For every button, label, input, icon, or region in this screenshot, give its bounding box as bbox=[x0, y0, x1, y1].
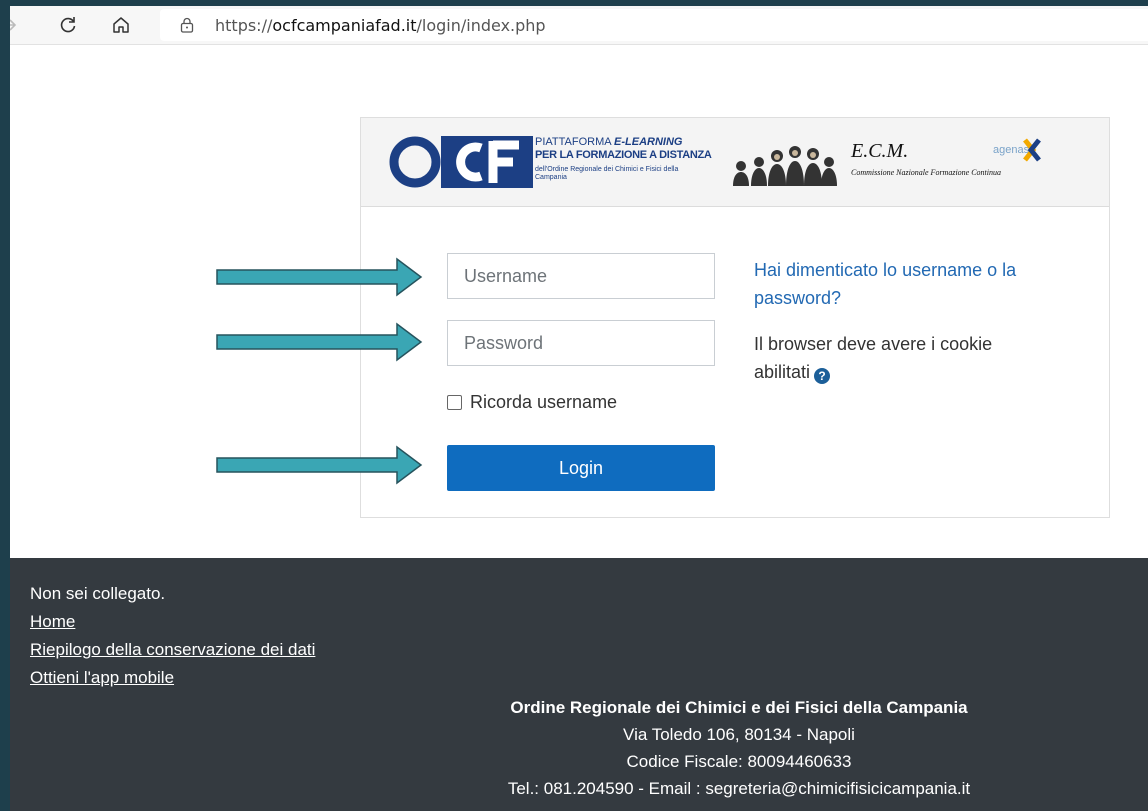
organization-tax-code: Codice Fiscale: 80094460633 bbox=[626, 752, 852, 771]
help-icon[interactable]: ? bbox=[814, 368, 831, 384]
organization-contacts: Tel.: 081.204590 - Email : segreteria@ch… bbox=[507, 779, 971, 798]
remember-username-label: Ricorda username bbox=[470, 392, 618, 412]
ocf-line1: PIATTAFORMA E-LEARNING bbox=[535, 136, 683, 148]
password-field[interactable]: Password bbox=[447, 320, 715, 366]
login-button[interactable]: Login bbox=[447, 445, 715, 491]
url-protocol: https:// bbox=[215, 16, 273, 35]
home-icon bbox=[113, 17, 129, 33]
forgot-credentials-link[interactable]: Hai dimenticato lo username o la passwor… bbox=[754, 256, 1044, 312]
lock-icon bbox=[180, 17, 194, 33]
organization-info: Ordine Regionale dei Chimici e dei Fisic… bbox=[10, 694, 1148, 802]
data-retention-link[interactable]: Riepilogo della conservazione dei dati bbox=[30, 640, 315, 660]
login-header-banner: PIATTAFORMA E-LEARNING PER LA FORMAZIONE… bbox=[361, 118, 1109, 207]
home-link[interactable]: Home bbox=[30, 612, 75, 632]
arrow-annotation-login bbox=[216, 445, 423, 485]
not-logged-in-text: Non sei collegato. bbox=[30, 584, 166, 603]
ocf-line1-emphasis: E-LEARNING bbox=[614, 136, 683, 148]
remember-username-row[interactable]: Ricorda username bbox=[447, 392, 617, 413]
url-text: https://ocfcampaniafad.it/login/index.ph… bbox=[215, 16, 546, 35]
cookie-notice-text: Il browser deve avere i cookie abilitati bbox=[754, 334, 993, 382]
remember-username-checkbox[interactable] bbox=[447, 395, 462, 410]
ecm-title: E.C.M. bbox=[851, 140, 909, 162]
address-bar[interactable]: https://ocfcampaniafad.it/login/index.ph… bbox=[160, 9, 1148, 41]
ocf-line2: PER LA FORMAZIONE A DISTANZA bbox=[535, 149, 712, 161]
arrow-annotation-username bbox=[216, 257, 423, 297]
cookie-notice: Il browser deve avere i cookie abilitati… bbox=[754, 330, 1044, 386]
page-footer: Non sei collegato. Home Riepilogo della … bbox=[10, 558, 1148, 811]
reload-icon bbox=[60, 17, 76, 33]
username-field[interactable]: Username bbox=[447, 253, 715, 299]
login-card: PIATTAFORMA E-LEARNING PER LA FORMAZIONE… bbox=[360, 117, 1110, 518]
browser-toolbar: https://ocfcampaniafad.it/login/index.ph… bbox=[10, 6, 1148, 45]
ocf-line1-prefix: PIATTAFORMA bbox=[535, 136, 615, 148]
url-path: /login/index.php bbox=[416, 16, 546, 35]
mobile-app-link[interactable]: Ottieni l'app mobile bbox=[30, 668, 174, 688]
ecm-subtitle: Commissione Nazionale Formazione Continu… bbox=[851, 168, 1002, 177]
agenas-logo-mark bbox=[1023, 138, 1041, 162]
reload-button[interactable] bbox=[53, 10, 83, 40]
organization-address: Via Toledo 106, 80134 - Napoli bbox=[623, 725, 855, 744]
organization-name: Ordine Regionale dei Chimici e dei Fisic… bbox=[510, 698, 968, 717]
ocf-line3: dell'Ordine Regionale dei Chimici e Fisi… bbox=[535, 166, 679, 181]
back-button[interactable] bbox=[10, 10, 24, 40]
scientists-group-image bbox=[733, 146, 837, 186]
arrow-right-icon bbox=[10, 19, 17, 31]
ocf-logo bbox=[389, 136, 533, 188]
home-button[interactable] bbox=[106, 10, 136, 40]
browser-frame: https://ocfcampaniafad.it/login/index.ph… bbox=[10, 0, 1148, 811]
url-domain: ocfcampaniafad.it bbox=[272, 16, 417, 35]
arrow-annotation-password bbox=[216, 322, 423, 362]
